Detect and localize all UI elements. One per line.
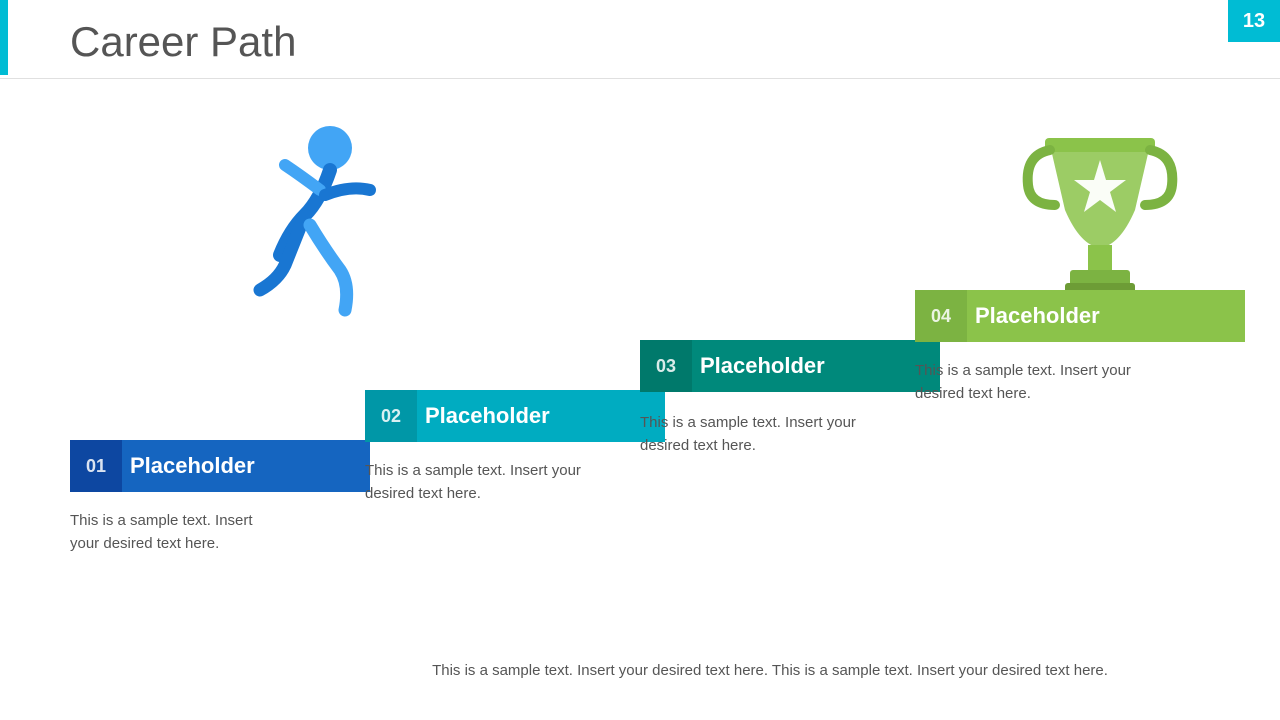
step-04-bar: 04 Placeholder xyxy=(915,290,1245,342)
step-04-desc: This is a sample text. Insert your desir… xyxy=(915,360,1155,405)
step-02-desc: This is a sample text. Insert your desir… xyxy=(365,460,585,505)
step-01-bar: 01 Placeholder xyxy=(70,440,370,492)
accent-bar xyxy=(0,0,8,75)
slide-number: 13 xyxy=(1228,0,1280,42)
step-03-number: 03 xyxy=(640,340,692,392)
step-01-desc: This is a sample text. Insert your desir… xyxy=(70,510,270,555)
step-01-label: Placeholder xyxy=(122,453,370,479)
title-divider xyxy=(0,78,1280,79)
bottom-text: This is a sample text. Insert your desir… xyxy=(330,660,1210,683)
step-04-label: Placeholder xyxy=(967,303,1245,329)
step-04-number: 04 xyxy=(915,290,967,342)
step-03-bar: 03 Placeholder xyxy=(640,340,940,392)
step-02-label: Placeholder xyxy=(417,403,665,429)
step-03-label: Placeholder xyxy=(692,353,940,379)
step-02-bar: 02 Placeholder xyxy=(365,390,665,442)
step-02-number: 02 xyxy=(365,390,417,442)
step-01-number: 01 xyxy=(70,440,122,492)
slide-title: Career Path xyxy=(70,18,296,66)
runner-icon xyxy=(230,110,390,340)
step-03-desc: This is a sample text. Insert your desir… xyxy=(640,412,860,457)
trophy-icon xyxy=(1020,130,1180,295)
